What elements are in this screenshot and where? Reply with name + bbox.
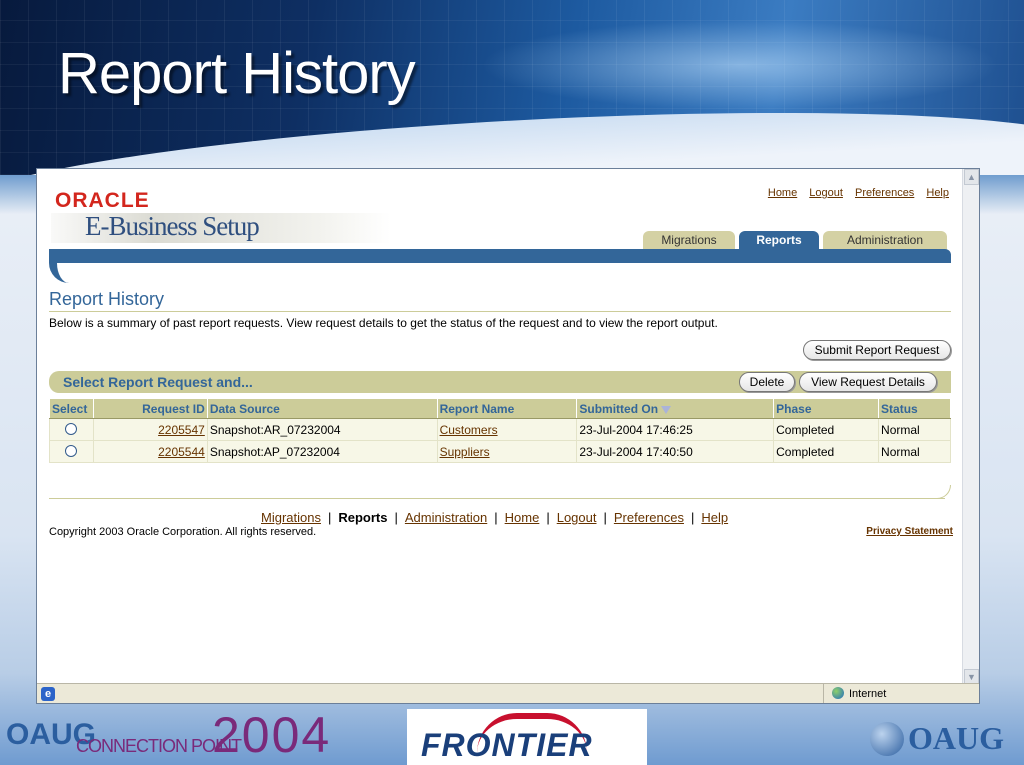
footer-link-home[interactable]: Home — [505, 510, 540, 525]
data-source-cell: Snapshot:AP_07232004 — [206, 440, 438, 463]
global-link-logout[interactable]: Logout — [809, 187, 843, 199]
footer-links: Migrations | Reports | Administration | Home | L… — [261, 510, 729, 525]
browser-status-bar: e Internet — [37, 683, 979, 703]
oaug-logo-right: OAUG — [908, 720, 1004, 756]
column-header-data-source[interactable]: Data Source — [206, 398, 438, 419]
table-row: 2205544 Snapshot:AP_07232004 Suppliers 2… — [49, 440, 951, 463]
header-curve-decoration — [49, 261, 75, 283]
data-source-cell: Snapshot:AR_07232004 — [206, 418, 438, 441]
column-header-phase[interactable]: Phase — [773, 398, 880, 419]
copyright-notice: Copyright 2003 Oracle Corporation. All r… — [49, 526, 317, 538]
security-zone: Internet — [823, 684, 979, 703]
phase-cell: Completed — [773, 418, 880, 441]
request-id-cell: 2205544 — [92, 440, 208, 463]
column-header-submitted-on-label: Submitted On — [579, 401, 659, 416]
internet-globe-icon — [832, 687, 844, 699]
report-history-table: Select Request ID Data Source Report Nam… — [49, 398, 951, 463]
footer-link-reports-current: Reports — [338, 510, 388, 525]
table-action-bar: Select Report Request and... Delete View… — [49, 371, 951, 393]
column-header-request-id[interactable]: Request ID — [92, 398, 208, 419]
status-cell: Normal — [878, 440, 951, 463]
product-title: E-Business Setup — [85, 211, 260, 241]
submitted-on-cell: 23-Jul-2004 17:40:50 — [576, 440, 775, 463]
footer-curve-decoration — [937, 485, 951, 499]
privacy-statement-link[interactable]: Privacy Statement — [866, 526, 953, 537]
column-header-select: Select — [49, 398, 94, 419]
tab-migrations[interactable]: Migrations — [643, 231, 735, 251]
sort-descending-icon — [661, 405, 672, 414]
footer-link-migrations[interactable]: Migrations — [261, 510, 321, 525]
status-cell: Normal — [878, 418, 951, 441]
global-header-bar — [49, 249, 951, 263]
request-id-cell: 2205547 — [92, 418, 208, 441]
conference-year-logo: 2004 — [212, 707, 332, 763]
row-select-radio[interactable] — [65, 422, 78, 435]
heading-divider — [49, 311, 951, 312]
browser-window: ORACLE E-Business Setup Home Logout Pref… — [36, 168, 980, 704]
global-links: Home Logout Preferences Help — [759, 187, 949, 199]
row-select-cell — [49, 418, 94, 441]
view-request-details-button[interactable]: View Request Details — [799, 372, 937, 392]
global-link-help[interactable]: Help — [926, 187, 949, 199]
frontier-logo-text: FRONTIER — [421, 727, 593, 763]
page-title: Report History — [49, 289, 165, 309]
report-name-cell: Customers — [436, 418, 578, 441]
column-header-report-name[interactable]: Report Name — [436, 398, 578, 419]
slide-title: Report History — [58, 41, 416, 106]
table-action-title: Select Report Request and... — [63, 374, 253, 390]
vertical-scrollbar[interactable]: ▲ ▼ — [962, 169, 979, 685]
footer-link-logout[interactable]: Logout — [557, 510, 597, 525]
phase-cell: Completed — [773, 440, 880, 463]
page-instructions: Below is a summary of past report reques… — [49, 316, 718, 330]
tab-reports[interactable]: Reports — [739, 231, 819, 251]
scroll-up-icon[interactable]: ▲ — [964, 169, 979, 185]
column-header-status[interactable]: Status — [878, 398, 951, 419]
footer-divider — [49, 498, 945, 499]
table-row: 2205547 Snapshot:AR_07232004 Customers 2… — [49, 418, 951, 441]
request-id-link[interactable]: 2205547 — [158, 423, 205, 437]
tab-administration[interactable]: Administration — [823, 231, 947, 251]
column-header-submitted-on[interactable]: Submitted On — [576, 398, 775, 419]
ie-page-icon: e — [41, 687, 55, 701]
delete-button[interactable]: Delete — [739, 372, 795, 392]
report-name-cell: Suppliers — [436, 440, 578, 463]
frontier-logo: FRONTIER — [407, 709, 647, 765]
submit-report-request-button[interactable]: Submit Report Request — [803, 340, 951, 360]
submitted-on-cell: 23-Jul-2004 17:46:25 — [576, 418, 775, 441]
row-select-radio[interactable] — [65, 444, 78, 457]
table-header-row: Select Request ID Data Source Report Nam… — [49, 398, 951, 419]
global-link-preferences[interactable]: Preferences — [855, 187, 914, 199]
oracle-logo: ORACLE — [55, 189, 150, 212]
report-name-link[interactable]: Suppliers — [440, 445, 490, 459]
footer-link-administration[interactable]: Administration — [405, 510, 487, 525]
request-id-link[interactable]: 2205544 — [158, 445, 205, 459]
oaug-globe-icon — [870, 722, 904, 756]
footer-link-help[interactable]: Help — [701, 510, 728, 525]
footer-link-preferences[interactable]: Preferences — [614, 510, 684, 525]
global-link-home[interactable]: Home — [768, 187, 797, 199]
report-name-link[interactable]: Customers — [440, 423, 498, 437]
security-zone-label: Internet — [849, 688, 887, 700]
row-select-cell — [49, 440, 94, 463]
